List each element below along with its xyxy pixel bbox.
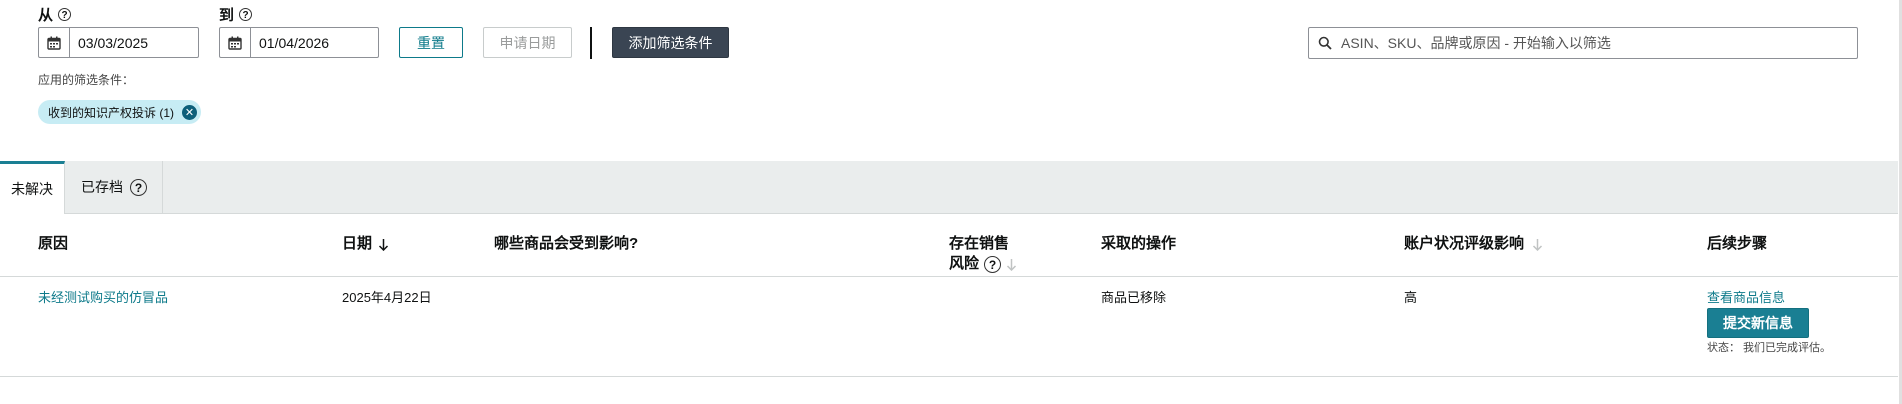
apply-date-button[interactable]: 申请日期 <box>483 27 572 58</box>
from-label-text: 从 <box>38 7 54 24</box>
row-health-impact: 高 <box>1404 290 1418 305</box>
column-header-sales-risk-line2: 风险 <box>949 255 980 272</box>
help-icon[interactable]: ? <box>58 8 72 21</box>
column-header-action: 采取的操作 <box>1101 235 1177 252</box>
search-placeholder: ASIN、SKU、品牌或原因 - 开始输入以筛选 <box>1341 35 1611 51</box>
row-reason-link[interactable]: 未经测试购买的仿冒品 <box>38 287 168 306</box>
from-date-value[interactable]: 03/03/2025 <box>70 35 148 51</box>
view-listing-link[interactable]: 查看商品信息 <box>1707 287 1785 306</box>
close-icon[interactable]: ✕ <box>182 104 198 120</box>
sort-down-icon[interactable] <box>378 238 389 251</box>
column-header-sales-risk-line1: 存在销售 <box>949 235 1010 252</box>
tab-archived-label: 已存档 <box>81 179 123 195</box>
column-header-sales-risk-line2-row: 风险 ? <box>949 254 1017 274</box>
calendar-icon[interactable] <box>220 28 251 57</box>
search-input[interactable]: ASIN、SKU、品牌或原因 - 开始输入以筛选 <box>1308 27 1858 59</box>
row-divider <box>0 376 1898 377</box>
applied-filter-chip: 收到的知识产权投诉 (1) ✕ <box>38 100 202 124</box>
column-header-health-impact[interactable]: 账户状况评级影响 <box>1404 234 1543 254</box>
search-icon <box>1309 36 1341 50</box>
column-header-date-label: 日期 <box>342 235 373 252</box>
from-label: 从 ? <box>38 4 72 25</box>
reset-button[interactable]: 重置 <box>399 27 463 58</box>
to-date-value[interactable]: 01/04/2026 <box>251 35 329 51</box>
from-date-field[interactable]: 03/03/2025 <box>38 27 199 58</box>
to-label-text: 到 <box>219 7 235 24</box>
to-date-field[interactable]: 01/04/2026 <box>219 27 379 58</box>
row-status-text: 状态： 我们已完成评估。 <box>1707 342 1832 354</box>
sort-icon[interactable] <box>1006 258 1017 271</box>
applied-filters-label: 应用的筛选条件： <box>38 73 135 87</box>
divider <box>590 27 592 59</box>
column-header-next-steps: 后续步骤 <box>1707 235 1768 252</box>
tab-archived[interactable]: 已存档 ? <box>65 161 163 213</box>
tab-unresolved-label: 未解决 <box>11 181 53 197</box>
column-header-reason: 原因 <box>38 235 69 252</box>
tab-bar: 未解决 已存档 ? <box>0 161 1898 214</box>
column-header-affected: 哪些商品会受到影响? <box>494 235 639 252</box>
help-icon[interactable]: ? <box>239 8 253 21</box>
to-label: 到 ? <box>219 4 253 25</box>
header-divider <box>0 276 1898 277</box>
row-action: 商品已移除 <box>1101 290 1167 305</box>
help-icon[interactable]: ? <box>130 178 147 196</box>
column-header-date[interactable]: 日期 <box>342 234 389 254</box>
row-date: 2025年4月22日 <box>342 290 432 305</box>
column-header-health-impact-label: 账户状况评级影响 <box>1404 235 1525 252</box>
calendar-icon[interactable] <box>39 28 70 57</box>
sort-icon[interactable] <box>1532 238 1543 251</box>
help-icon[interactable]: ? <box>984 255 1002 273</box>
tab-unresolved[interactable]: 未解决 <box>0 161 65 214</box>
add-filter-button[interactable]: 添加筛选条件 <box>612 27 729 58</box>
submit-new-info-button[interactable]: 提交新信息 <box>1707 308 1809 338</box>
applied-filter-chip-label: 收到的知识产权投诉 (1) <box>48 105 175 120</box>
column-header-sales-risk[interactable]: 存在销售 风险 ? <box>949 234 1017 274</box>
